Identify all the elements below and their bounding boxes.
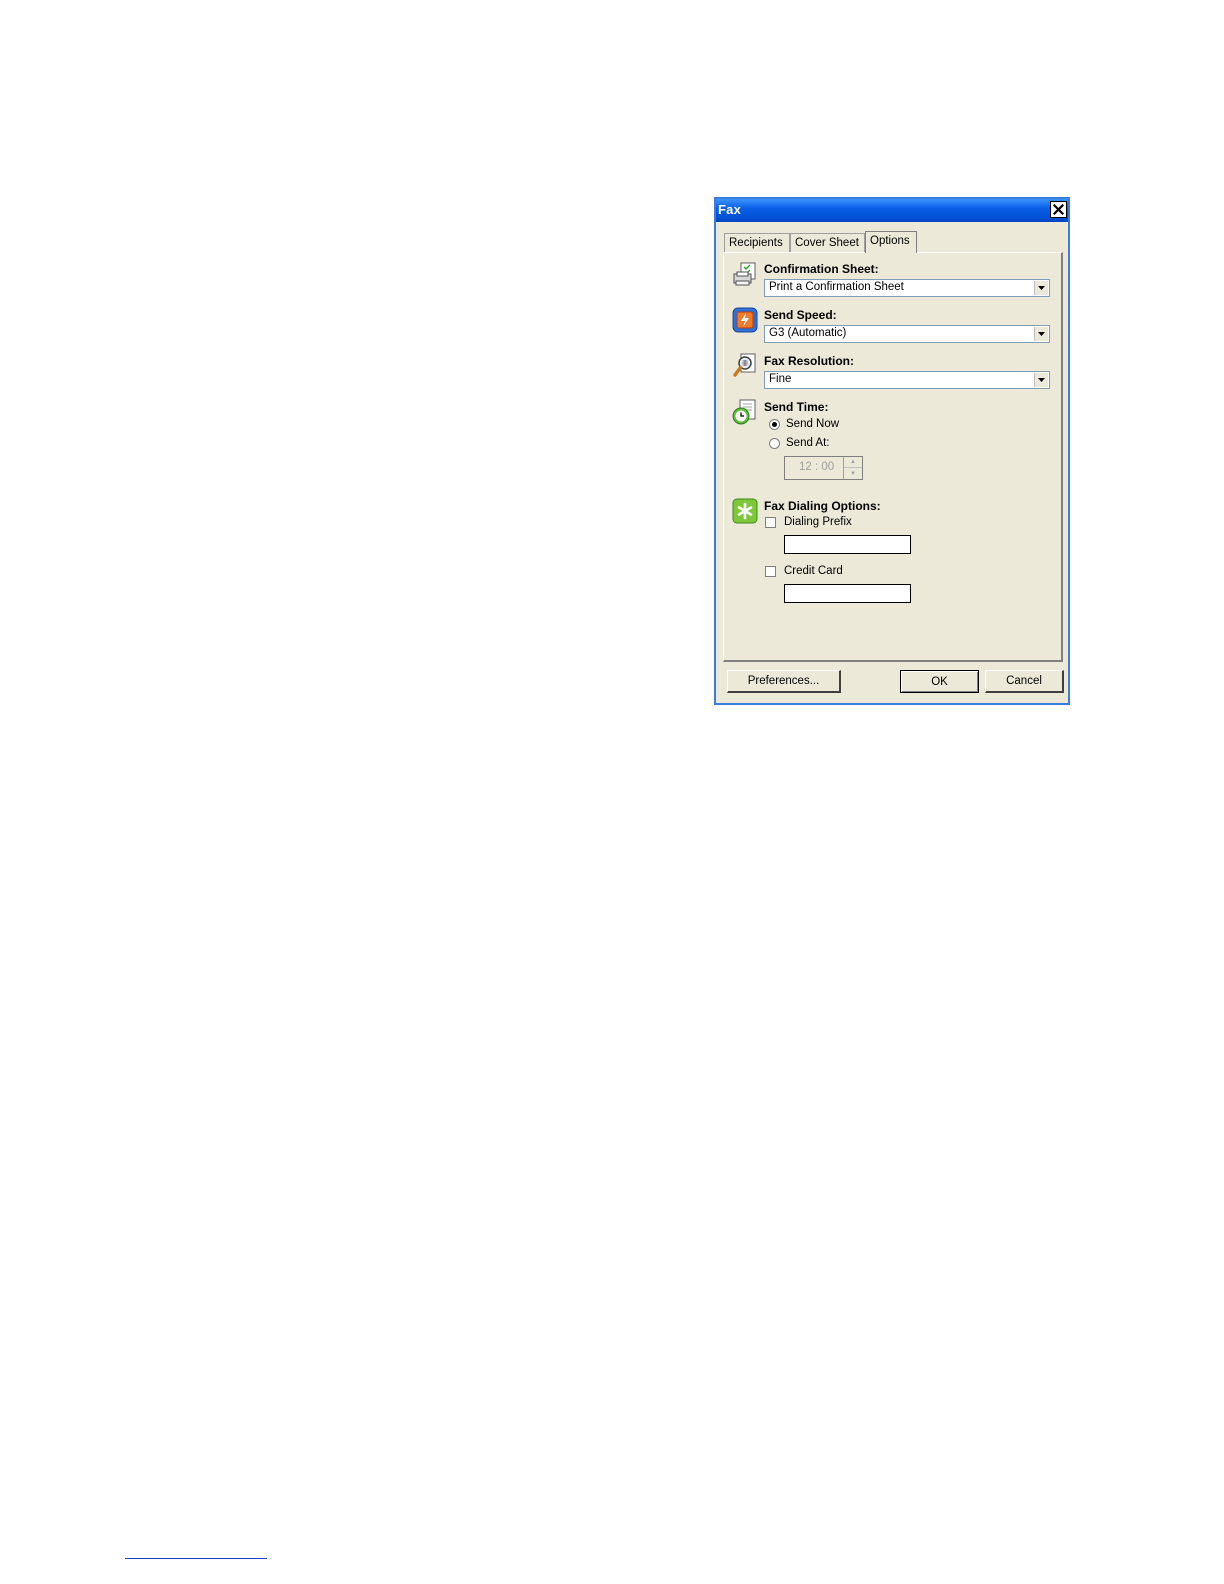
credit-card-checkbox[interactable]: Credit Card	[765, 565, 843, 577]
dialing-prefix-input[interactable]	[784, 535, 911, 554]
asterisk-icon	[732, 498, 758, 524]
send-at-time-field[interactable]: 12 : 00 ▲ ▼	[784, 456, 863, 480]
options-panel: Confirmation Sheet: Print a Confirmation…	[723, 252, 1063, 662]
credit-card-check[interactable]	[765, 565, 776, 577]
chevron-down-icon[interactable]	[1034, 373, 1048, 387]
close-button[interactable]	[1050, 201, 1067, 218]
dialing-prefix-checkbox[interactable]: Dialing Prefix	[765, 516, 852, 528]
preferences-button-label: Preferences...	[747, 675, 820, 687]
cancel-button[interactable]: Cancel	[985, 670, 1064, 693]
send-at-label: Send At:	[786, 437, 830, 449]
tab-cover-sheet[interactable]: Cover Sheet	[790, 233, 865, 252]
credit-card-input[interactable]	[784, 584, 911, 603]
clock-icon	[732, 399, 756, 425]
printer-confirmation-icon	[733, 262, 756, 286]
title-bar[interactable]: Fax	[716, 199, 1068, 222]
chevron-down-icon[interactable]	[1034, 327, 1048, 341]
chevron-up-icon: ▲	[850, 459, 856, 465]
send-now-label: Send Now	[786, 418, 840, 430]
credit-card-label: Credit Card	[784, 565, 843, 577]
fax-resolution-value: Fine	[769, 373, 792, 385]
fax-resolution-select[interactable]: Fine	[764, 371, 1050, 389]
close-icon	[1053, 204, 1064, 215]
send-speed-label: Send Speed:	[764, 308, 837, 322]
ok-button[interactable]: OK	[900, 670, 979, 693]
send-time-label: Send Time:	[764, 400, 829, 414]
fax-dialog: Fax Recipients Cover Sheet Options Confi…	[714, 197, 1070, 705]
cancel-button-label: Cancel	[1006, 675, 1042, 687]
chevron-down-icon: ▼	[850, 470, 856, 477]
tab-recipients[interactable]: Recipients	[724, 233, 790, 252]
preferences-button[interactable]: Preferences...	[727, 670, 841, 693]
spin-up-button[interactable]: ▲	[844, 457, 862, 468]
send-now-radio-dot[interactable]	[769, 418, 780, 430]
tab-options-label: Options	[870, 235, 910, 247]
fax-resolution-label: Fax Resolution:	[764, 354, 855, 368]
send-at-radio-dot[interactable]	[769, 437, 780, 449]
page: Fax Recipients Cover Sheet Options Confi…	[0, 0, 1224, 1584]
window-title: Fax	[718, 202, 742, 217]
send-speed-value: G3 (Automatic)	[769, 327, 847, 339]
confirmation-sheet-select[interactable]: Print a Confirmation Sheet	[764, 279, 1050, 297]
tab-options[interactable]: Options	[865, 231, 917, 253]
dialing-prefix-check[interactable]	[765, 516, 776, 528]
dialing-options-label: Fax Dialing Options:	[764, 499, 881, 513]
dialing-prefix-label: Dialing Prefix	[784, 516, 852, 528]
ok-button-label: OK	[931, 675, 948, 688]
send-at-time-value: 12 : 00	[799, 461, 835, 473]
time-spinner: ▲ ▼	[843, 457, 862, 479]
spin-down-button[interactable]: ▼	[844, 468, 862, 479]
send-now-radio[interactable]: Send Now	[769, 418, 839, 430]
magnifier-resolution-icon	[733, 353, 756, 377]
send-speed-select[interactable]: G3 (Automatic)	[764, 325, 1050, 343]
send-speed-icon	[732, 307, 758, 333]
footer-rule	[125, 1558, 267, 1559]
chevron-down-icon[interactable]	[1034, 281, 1048, 295]
confirmation-sheet-value: Print a Confirmation Sheet	[769, 281, 904, 293]
confirmation-sheet-label: Confirmation Sheet:	[764, 262, 879, 276]
send-at-radio[interactable]: Send At:	[769, 437, 829, 449]
tab-cover-sheet-label: Cover Sheet	[795, 237, 859, 249]
tab-recipients-label: Recipients	[729, 237, 783, 249]
